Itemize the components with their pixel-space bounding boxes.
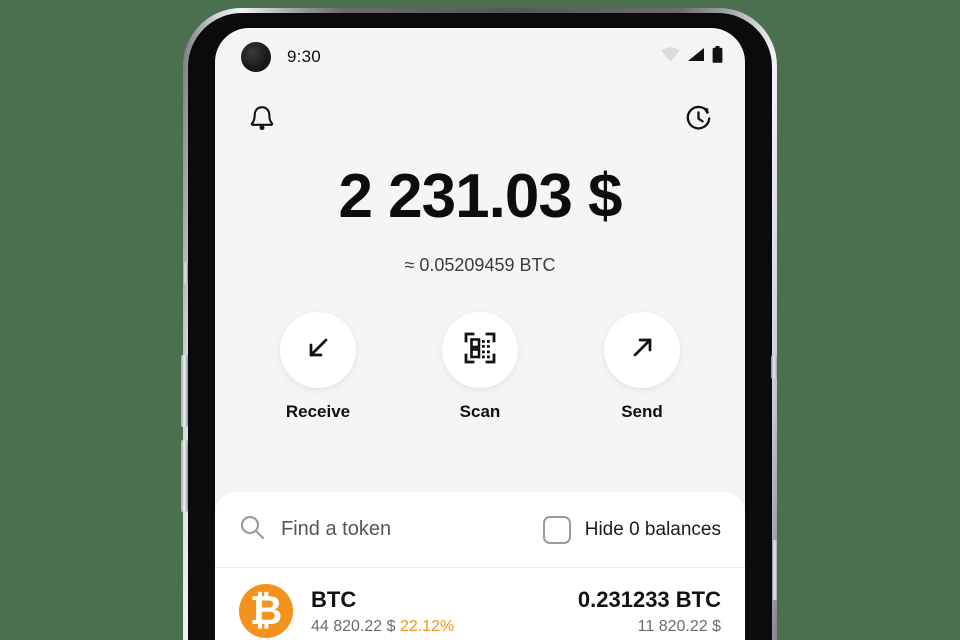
send-button-circle <box>604 312 680 389</box>
token-symbol: BTC <box>311 586 357 612</box>
scan-button-label: Scan <box>459 402 501 422</box>
hide-zero-balances-label: Hide 0 balances <box>584 518 721 540</box>
status-bar: 9:30 <box>215 28 745 86</box>
total-balance-fiat: 2 231.03 $ <box>338 162 622 231</box>
token-row-info: BTC 44 820.22 $ 22.12% <box>311 587 578 636</box>
receive-button-circle <box>280 312 356 389</box>
scan-button[interactable]: Scan <box>436 312 524 422</box>
send-button-label: Send <box>621 402 663 422</box>
phone-screen: 9:30 2 231.03 $ ≈ 0.05209459 BTC Receive… <box>215 28 745 640</box>
cellular-signal-icon <box>687 47 705 67</box>
hide-zero-balances-checkbox[interactable] <box>542 515 571 544</box>
transaction-history-button[interactable] <box>681 104 715 138</box>
status-bar-icons <box>661 46 723 68</box>
history-clock-icon <box>685 105 712 137</box>
search-input[interactable]: Find a token <box>239 514 543 545</box>
arrow-down-left-icon <box>302 332 334 369</box>
hide-zero-balances-toggle[interactable]: Hide 0 balances <box>542 515 721 544</box>
status-bar-time: 9:30 <box>287 47 321 66</box>
front-camera-punch-hole <box>241 42 271 72</box>
arrow-up-right-icon <box>626 332 658 369</box>
volume-up-button[interactable] <box>181 355 188 427</box>
token-amount: 0.231233 BTC <box>577 586 721 612</box>
token-change-percent: 22.12% <box>399 617 455 635</box>
search-input-placeholder: Find a token <box>281 518 392 540</box>
battery-icon <box>712 46 723 68</box>
phone-button-right-lower[interactable] <box>772 540 777 600</box>
receive-button-label: Receive <box>285 402 351 422</box>
token-price-line: 44 820.22 $ 22.12% <box>311 618 578 636</box>
wifi-icon <box>661 47 680 67</box>
notifications-button[interactable] <box>245 104 279 138</box>
send-button[interactable]: Send <box>598 312 686 422</box>
volume-down-button[interactable] <box>181 440 188 512</box>
total-balance-crypto: ≈ 0.05209459 BTC <box>404 255 556 276</box>
power-button[interactable] <box>771 355 777 379</box>
search-icon <box>239 514 265 545</box>
token-fiat-value: 11 820.22 $ <box>637 617 721 635</box>
receive-button[interactable]: Receive <box>274 312 362 422</box>
qr-code-icon <box>463 331 497 370</box>
btc-logo-icon: ₿ <box>239 584 293 638</box>
quick-actions: Receive Scan Send <box>215 312 745 422</box>
scan-button-circle <box>442 312 518 389</box>
token-list-sheet: Find a token Hide 0 balances ₿ BTC 44 82… <box>215 492 745 640</box>
bell-icon <box>249 105 275 138</box>
table-row[interactable]: ₿ BTC 44 820.22 $ 22.12% 0.231233 BTC 11… <box>215 568 745 638</box>
token-row-values: 0.231233 BTC 11 820.22 $ <box>578 587 721 636</box>
token-price: 44 820.22 $ <box>311 617 396 635</box>
token-filter-bar: Find a token Hide 0 balances <box>215 492 745 568</box>
balance-section: 2 231.03 $ ≈ 0.05209459 BTC <box>215 164 745 276</box>
phone-button-left-top[interactable] <box>183 262 188 284</box>
screen-header <box>215 86 745 138</box>
